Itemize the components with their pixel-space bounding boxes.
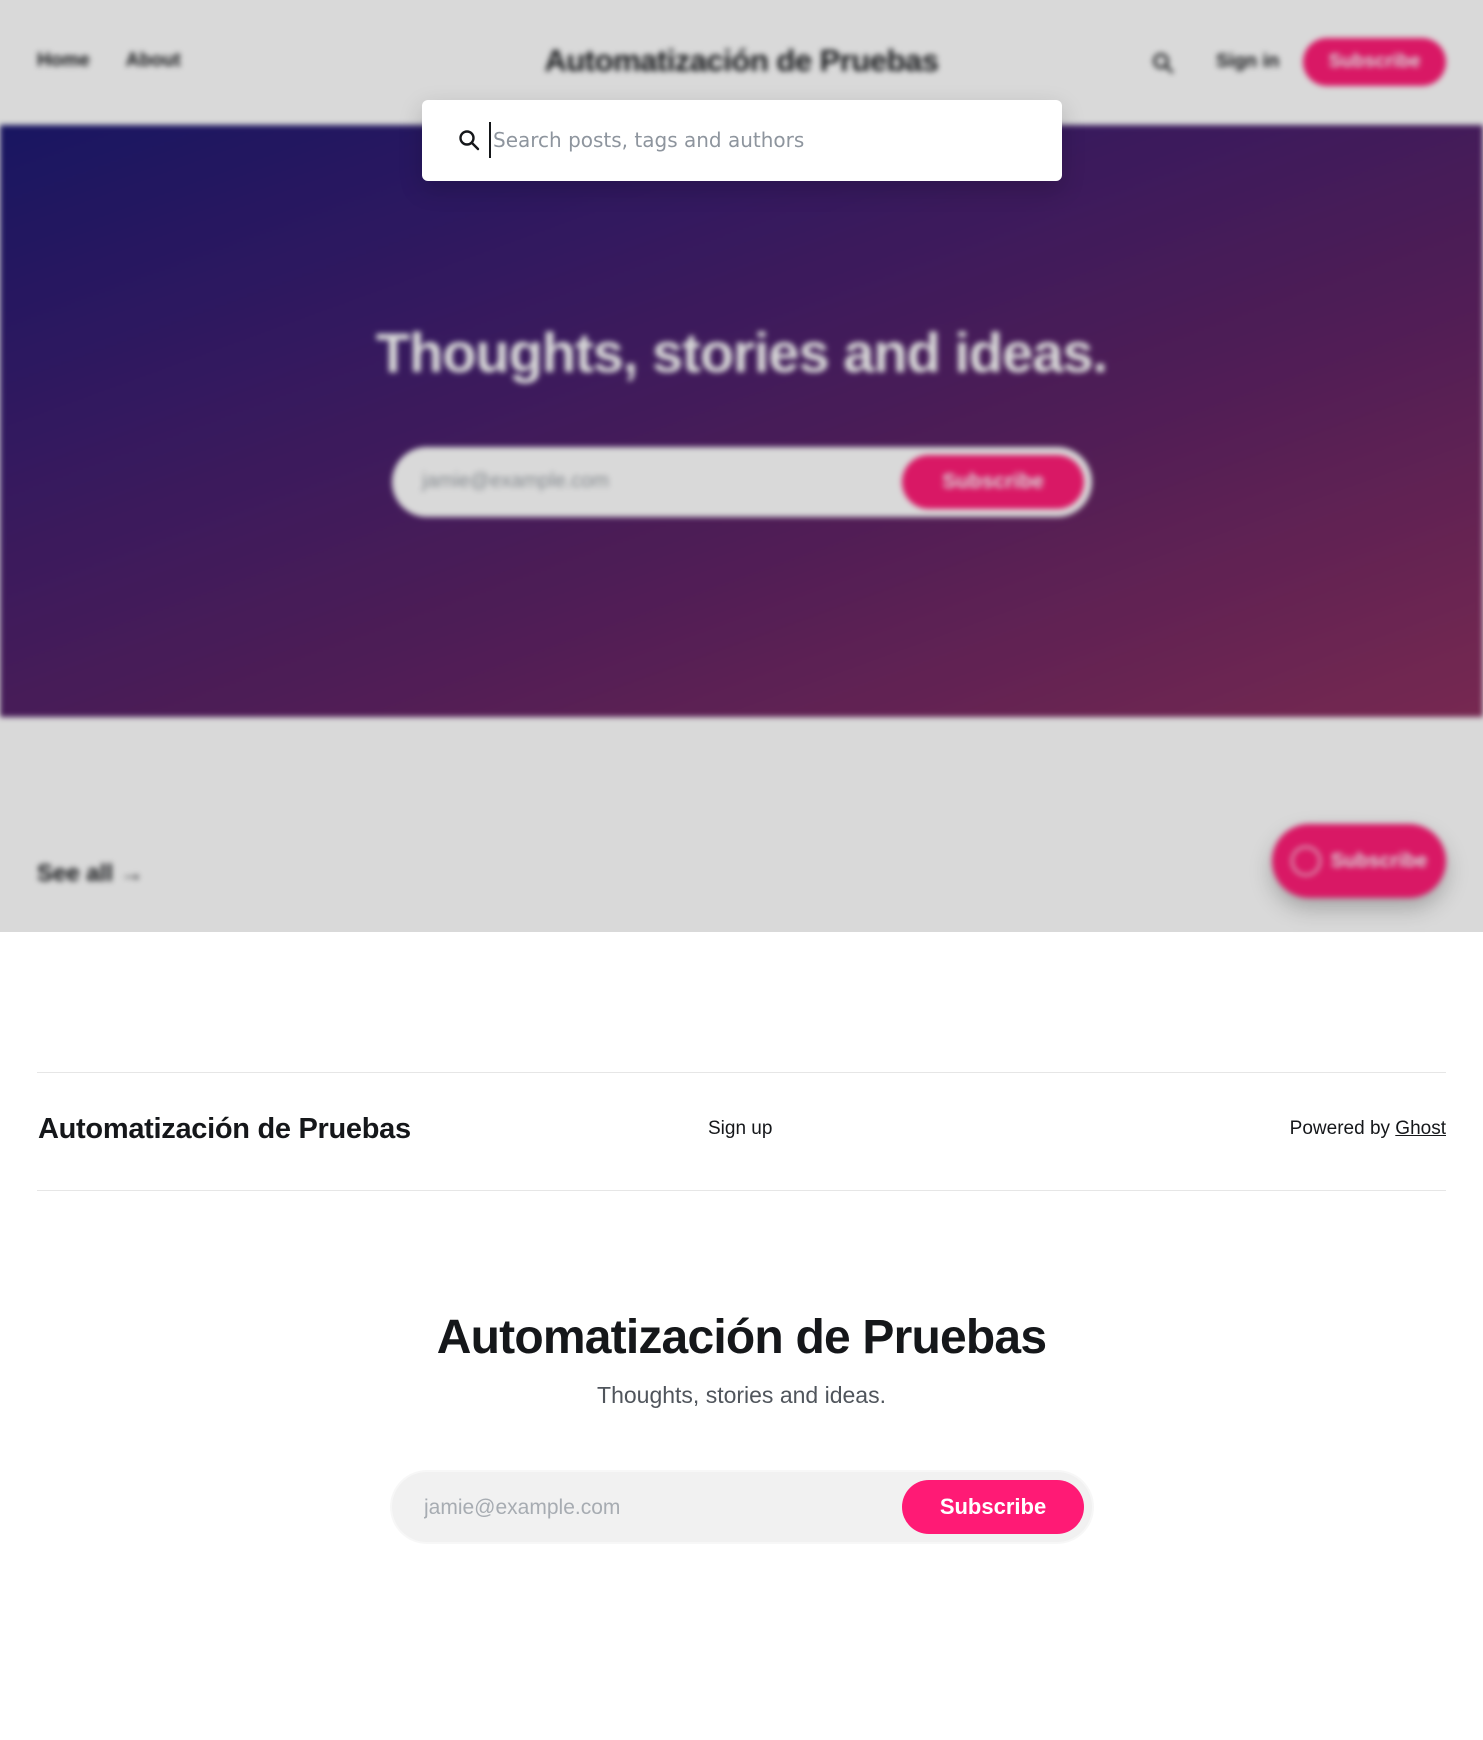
footer-brand[interactable]: Automatización de Pruebas — [38, 1113, 411, 1146]
powered-by: Powered by Ghost — [1290, 1118, 1446, 1140]
search-icon — [459, 130, 480, 151]
site-footer: Automatización de Pruebas Sign up Powere… — [37, 1072, 1446, 1191]
search-input[interactable] — [489, 122, 1033, 158]
powered-by-prefix: Powered by — [1289, 1118, 1391, 1139]
cta-subscribe-form: Subscribe — [392, 1472, 1092, 1542]
search-modal — [422, 100, 1062, 181]
cta-subscribe-button[interactable]: Subscribe — [902, 1480, 1084, 1534]
cta-subtitle: Thoughts, stories and ideas. — [597, 1382, 886, 1408]
ghost-link[interactable]: Ghost — [1395, 1118, 1446, 1139]
footer-cta: Automatización de Pruebas Thoughts, stor… — [0, 1310, 1483, 1542]
cta-title: Automatización de Pruebas — [436, 1311, 1047, 1364]
footer-signup-link[interactable]: Sign up — [708, 1118, 772, 1140]
cta-email-input[interactable] — [422, 1490, 876, 1526]
